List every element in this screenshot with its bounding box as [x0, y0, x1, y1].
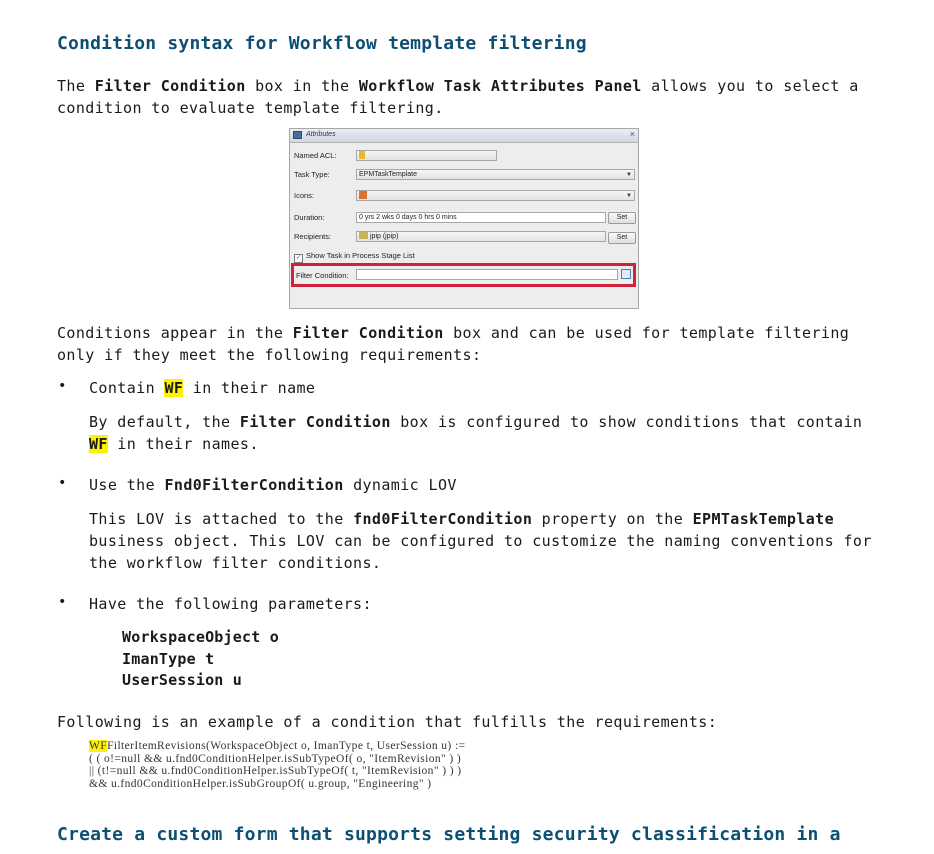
filter-condition-label: Filter Condition:	[296, 271, 349, 280]
conditions-bold-filter-condition: Filter Condition	[292, 324, 444, 342]
task-type-select[interactable]: EPMTaskTemplate ▼	[356, 169, 635, 180]
bullet2-detail: This LOV is attached to the fnd0FilterCo…	[89, 508, 879, 574]
example-intro: Following is an example of a condition t…	[57, 713, 718, 731]
intro-paragraph: The Filter Condition box in the Workflow…	[57, 75, 877, 119]
bullet2-detail-bold-property: fnd0FilterCondition	[353, 510, 533, 528]
filter-condition-field[interactable]	[356, 269, 618, 280]
parameter-iman-type: ImanType t	[122, 649, 215, 668]
duration-label: Duration:	[294, 213, 325, 222]
document-page: Condition syntax for Workflow template f…	[0, 0, 934, 854]
user-icon	[359, 232, 368, 239]
bullet1-highlight-wf: WF	[164, 379, 184, 397]
parameter-workspace-object: WorkspaceObject o	[122, 628, 279, 646]
duration-set-button[interactable]: Set	[608, 212, 636, 224]
bullet2-detail-text-2: property on the	[532, 510, 693, 528]
bullet1-text-2: in their name	[183, 379, 316, 397]
close-icon[interactable]: ×	[630, 129, 635, 139]
attributes-panel-titlebar: Attributes ×	[290, 129, 638, 143]
bullet2-detail-text-1: This LOV is attached to the	[89, 510, 354, 528]
conditions-paragraph: Conditions appear in the Filter Conditio…	[57, 322, 877, 366]
bullet-icon: •	[58, 594, 67, 610]
filter-condition-highlight: Filter Condition:	[291, 263, 636, 287]
bullet2-text: Use the Fnd0FilterCondition dynamic LOV	[89, 474, 879, 496]
code-highlight-wf: WF	[89, 740, 108, 752]
recipients-set-button[interactable]: Set	[608, 232, 636, 244]
code-line-1: FilterItemRevisions(WorkspaceObject o, I…	[107, 740, 466, 752]
attributes-panel-figure: Attributes × Named ACL: Task Type: EPMTa…	[289, 128, 639, 309]
bullet1-text-1: Contain	[89, 379, 165, 397]
task-template-icon	[359, 191, 367, 199]
bullet1-text: Contain WF in their name	[89, 377, 879, 399]
bullet1-detail: By default, the Filter Condition box is …	[89, 411, 879, 455]
bullet-icon: •	[58, 378, 67, 394]
bullet2-bold-lov: Fnd0FilterCondition	[164, 476, 344, 494]
bullet1-detail-text-1: By default, the	[89, 413, 240, 431]
section-heading-condition-syntax: Condition syntax for Workflow template f…	[57, 33, 587, 54]
icons-label: Icons:	[294, 191, 315, 200]
filter-condition-picker-icon[interactable]	[621, 269, 631, 279]
code-line-3: || (t!=null && u.fnd0ConditionHelper.isS…	[89, 765, 462, 778]
bullet1-detail-text-3: in their names.	[107, 435, 259, 453]
conditions-text-1: Conditions appear in the	[57, 324, 293, 342]
duration-value: 0 yrs 2 wks 0 days 0 hrs 0 mins	[359, 214, 457, 221]
attributes-panel-icon	[293, 131, 302, 139]
attributes-panel-title: Attributes	[306, 131, 336, 138]
recipients-label: Recipients:	[294, 232, 332, 241]
bullet-icon: •	[58, 475, 67, 491]
section-heading-custom-form: Create a custom form that supports setti…	[57, 824, 841, 845]
named-acl-field[interactable]	[356, 150, 497, 161]
chevron-down-icon: ▼	[626, 193, 632, 199]
task-type-value: EPMTaskTemplate	[359, 171, 417, 178]
show-task-checkbox-row[interactable]: ✓ Show Task in Process Stage List	[294, 251, 415, 263]
named-acl-label: Named ACL:	[294, 151, 337, 160]
icons-select[interactable]: ▼	[356, 190, 635, 201]
bullet1-detail-highlight-wf: WF	[89, 435, 108, 453]
lock-icon	[359, 151, 365, 159]
show-task-label: Show Task in Process Stage List	[306, 251, 415, 260]
bullet2-detail-text-3: business object. This LOV can be configu…	[89, 532, 872, 572]
recipients-field[interactable]: jpip (jpip)	[356, 231, 606, 242]
intro-bold-panel-name: Workflow Task Attributes Panel	[358, 77, 642, 95]
bullet2-text-2: dynamic LOV	[343, 476, 457, 494]
code-line-4: && u.fnd0ConditionHelper.isSubGroupOf( u…	[89, 777, 432, 790]
chevron-down-icon: ▼	[626, 172, 632, 178]
show-task-checkbox[interactable]: ✓	[294, 254, 303, 263]
bullet2-text-1: Use the	[89, 476, 165, 494]
parameter-user-session: UserSession u	[122, 671, 242, 689]
code-line-2: ( ( o!=null && u.fnd0ConditionHelper.isS…	[89, 752, 462, 765]
code-example: WFFilterItemRevisions(WorkspaceObject o,…	[89, 740, 465, 790]
parameter-list: WorkspaceObject o ImanType t UserSession…	[122, 627, 279, 692]
recipients-value: jpip (jpip)	[370, 233, 399, 240]
bullet2-detail-bold-business-object: EPMTaskTemplate	[692, 510, 835, 528]
intro-text-1: The	[57, 77, 95, 95]
bullet3-text: Have the following parameters:	[89, 595, 372, 613]
bullet1-detail-text-2: box is configured to show conditions tha…	[390, 413, 863, 431]
duration-field[interactable]: 0 yrs 2 wks 0 days 0 hrs 0 mins	[356, 212, 606, 223]
intro-bold-filter-condition: Filter Condition	[94, 77, 246, 95]
intro-text-2: box in the	[245, 77, 359, 95]
bullet1-detail-bold: Filter Condition	[239, 413, 391, 431]
task-type-label: Task Type:	[294, 170, 330, 179]
